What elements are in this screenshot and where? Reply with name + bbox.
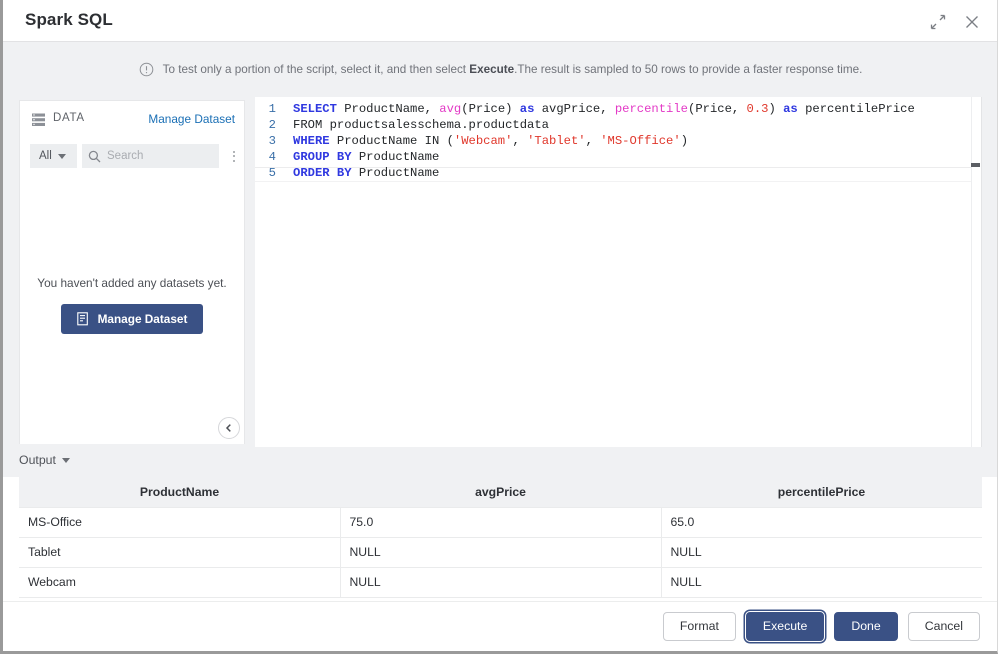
search-input[interactable]: Search bbox=[82, 144, 219, 168]
data-panel-header: DATA Manage Dataset bbox=[20, 101, 244, 139]
dataset-document-icon bbox=[77, 312, 90, 326]
info-text-after: .The result is sampled to 50 rows to pro… bbox=[514, 63, 862, 76]
spark-sql-dialog: Spark SQL To test only a porti bbox=[0, 0, 998, 654]
manage-dataset-button-label: Manage Dataset bbox=[98, 312, 188, 326]
code-line: 4GROUP BY ProductName bbox=[255, 149, 915, 165]
table-cell: NULL bbox=[340, 567, 661, 597]
table-column-header: percentilePrice bbox=[661, 477, 982, 507]
info-text-before: To test only a portion of the script, se… bbox=[163, 63, 470, 76]
table-row: TabletNULLNULL bbox=[19, 537, 982, 567]
sql-editor[interactable]: 1SELECT ProductName, avg(Price) as avgPr… bbox=[255, 97, 982, 447]
chevron-down-icon bbox=[62, 458, 70, 463]
close-x-icon[interactable] bbox=[962, 12, 982, 32]
manage-dataset-button[interactable]: Manage Dataset bbox=[61, 304, 204, 334]
data-panel-empty-state: You haven't added any datasets yet. Mana… bbox=[20, 276, 244, 334]
output-bar: Output bbox=[3, 447, 998, 477]
data-panel-title: DATA bbox=[53, 112, 85, 124]
dataset-type-dropdown[interactable]: All bbox=[30, 144, 77, 168]
table-column-header: ProductName bbox=[19, 477, 340, 507]
chevron-left-icon bbox=[224, 423, 234, 433]
code-line-text: GROUP BY ProductName bbox=[293, 149, 439, 165]
search-placeholder: Search bbox=[107, 150, 143, 162]
dialog-footer: Format Execute Done Cancel bbox=[3, 601, 998, 651]
done-button[interactable]: Done bbox=[834, 612, 897, 641]
table-column-header: avgPrice bbox=[340, 477, 661, 507]
dialog-titlebar: Spark SQL bbox=[3, 0, 998, 42]
code-line: 1SELECT ProductName, avg(Price) as avgPr… bbox=[255, 101, 915, 117]
editor-scrollbar[interactable] bbox=[971, 97, 981, 447]
execute-button[interactable]: Execute bbox=[746, 612, 824, 641]
format-button[interactable]: Format bbox=[663, 612, 736, 641]
line-number: 2 bbox=[255, 117, 293, 133]
line-number: 5 bbox=[255, 165, 293, 181]
data-panel-filter-row: All Search bbox=[30, 144, 236, 168]
collapse-panel-button[interactable] bbox=[218, 417, 240, 439]
workarea: DATA Manage Dataset All Search bbox=[3, 97, 998, 447]
sql-code[interactable]: 1SELECT ProductName, avg(Price) as avgPr… bbox=[255, 101, 915, 181]
editor-scrollbar-thumb[interactable] bbox=[971, 163, 980, 167]
code-line: 2FROM productsalesschema.productdata bbox=[255, 117, 915, 133]
info-circle-icon bbox=[139, 62, 154, 77]
table-row: WebcamNULLNULL bbox=[19, 567, 982, 597]
table-cell: Webcam bbox=[19, 567, 340, 597]
results-table-wrapper: ProductNameavgPricepercentilePrice MS-Of… bbox=[19, 477, 982, 601]
database-icon bbox=[32, 113, 45, 127]
data-panel: DATA Manage Dataset All Search bbox=[19, 100, 245, 444]
table-cell: Tablet bbox=[19, 537, 340, 567]
empty-state-message: You haven't added any datasets yet. bbox=[20, 276, 244, 290]
page-title: Spark SQL bbox=[25, 10, 113, 30]
code-line: 5ORDER BY ProductName bbox=[255, 165, 915, 181]
table-cell: NULL bbox=[661, 567, 982, 597]
table-cell: NULL bbox=[340, 537, 661, 567]
table-cell: 65.0 bbox=[661, 507, 982, 537]
results-table: ProductNameavgPricepercentilePrice MS-Of… bbox=[19, 477, 982, 598]
line-number: 3 bbox=[255, 133, 293, 149]
expand-diagonal-icon[interactable] bbox=[928, 12, 948, 32]
line-number: 1 bbox=[255, 101, 293, 117]
editor-rule-secondary bbox=[255, 181, 971, 182]
info-banner-text: To test only a portion of the script, se… bbox=[163, 63, 863, 76]
info-banner: To test only a portion of the script, se… bbox=[3, 42, 998, 97]
dataset-type-value: All bbox=[39, 150, 52, 162]
cancel-button[interactable]: Cancel bbox=[908, 612, 980, 641]
table-row: MS-Office75.065.0 bbox=[19, 507, 982, 537]
chevron-down-icon bbox=[58, 154, 66, 159]
more-vertical-icon[interactable] bbox=[226, 146, 242, 166]
line-number: 4 bbox=[255, 149, 293, 165]
manage-dataset-link[interactable]: Manage Dataset bbox=[148, 112, 235, 126]
info-text-emphasis: Execute bbox=[469, 63, 514, 76]
table-cell: NULL bbox=[661, 537, 982, 567]
code-line: 3WHERE ProductName IN ('Webcam', 'Tablet… bbox=[255, 133, 915, 149]
output-label: Output bbox=[19, 453, 56, 467]
table-cell: MS-Office bbox=[19, 507, 340, 537]
search-icon bbox=[88, 150, 101, 163]
code-line-text: FROM productsalesschema.productdata bbox=[293, 117, 549, 133]
table-cell: 75.0 bbox=[340, 507, 661, 537]
output-toggle[interactable]: Output bbox=[19, 453, 70, 467]
table-header-row: ProductNameavgPricepercentilePrice bbox=[19, 477, 982, 507]
code-line-text: WHERE ProductName IN ('Webcam', 'Tablet'… bbox=[293, 133, 688, 149]
code-line-text: SELECT ProductName, avg(Price) as avgPri… bbox=[293, 101, 915, 117]
code-line-text: ORDER BY ProductName bbox=[293, 165, 439, 181]
